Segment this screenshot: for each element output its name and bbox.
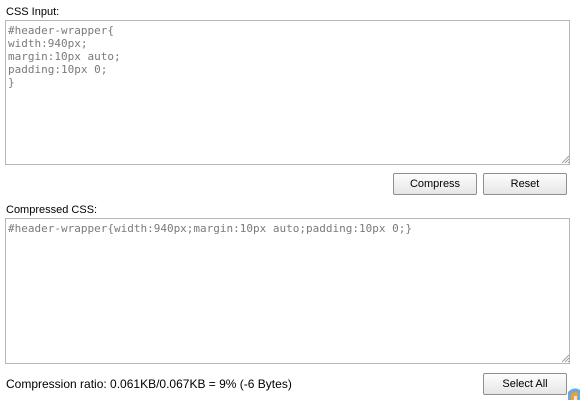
css-compressor-page: CSS Input: #header-wrapper{ width:940px;…: [0, 0, 582, 401]
compressed-css-textarea[interactable]: #header-wrapper{width:940px;margin:10px …: [5, 218, 570, 364]
compress-button[interactable]: Compress: [393, 173, 477, 195]
compression-ratio-text: Compression ratio: 0.061KB/0.067KB = 9% …: [6, 377, 292, 391]
compressed-css-label: Compressed CSS:: [6, 204, 98, 216]
resize-grip-icon[interactable]: [561, 354, 570, 363]
select-all-button[interactable]: Select All: [483, 373, 567, 395]
css-input-label: CSS Input:: [6, 6, 60, 18]
app-logo-icon: [568, 388, 580, 400]
css-input-textarea[interactable]: #header-wrapper{ width:940px; margin:10p…: [5, 20, 570, 165]
reset-button[interactable]: Reset: [483, 173, 567, 195]
resize-grip-icon[interactable]: [561, 155, 570, 164]
